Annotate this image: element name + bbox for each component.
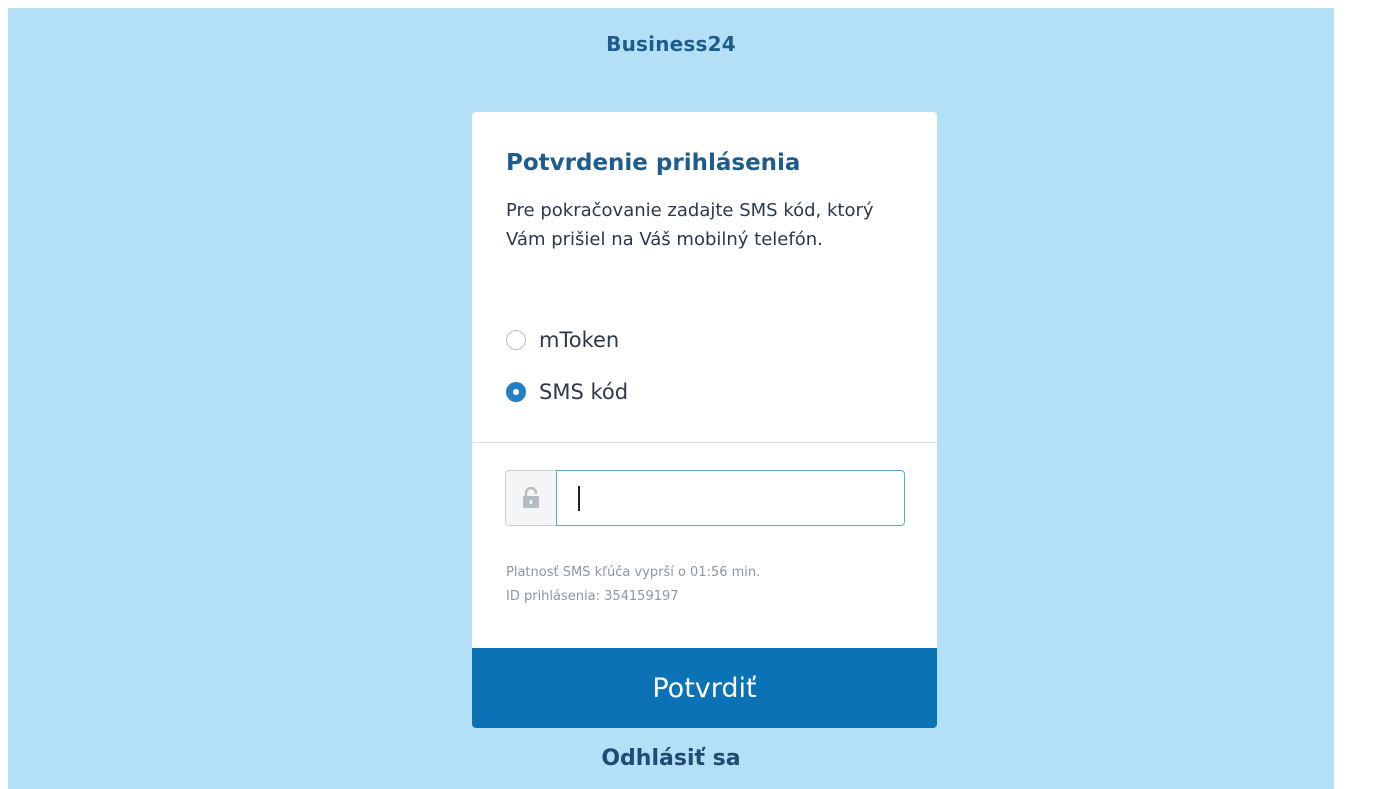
confirm-button[interactable]: Potvrdiť [472, 648, 937, 728]
radio-button-unchecked[interactable] [506, 330, 526, 350]
radio-label-sms: SMS kód [539, 380, 629, 404]
text-cursor [578, 486, 580, 511]
radio-option-mtoken[interactable]: mToken [506, 326, 619, 354]
sms-code-input[interactable] [556, 470, 905, 526]
login-id-text: ID prihlásenia: 354159197 [506, 589, 679, 604]
radio-button-checked[interactable] [506, 382, 526, 402]
page-background: Business24 Potvrdenie prihlásenia Pre po… [8, 8, 1334, 789]
logout-link[interactable]: Odhlásiť sa [8, 746, 1334, 771]
lock-icon [505, 470, 556, 526]
login-confirmation-card: Potvrdenie prihlásenia Pre pokračovanie … [472, 112, 937, 728]
sms-expiry-text: Platnosť SMS kľúča vyprší o 01:56 min. [506, 565, 761, 580]
radio-option-sms[interactable]: SMS kód [506, 378, 628, 406]
radio-label-mtoken: mToken [539, 328, 620, 352]
card-description: Pre pokračovanie zadajte SMS kód, ktorý … [506, 200, 874, 250]
sms-code-input-group [505, 470, 905, 526]
brand-title: Business24 [606, 32, 736, 56]
sms-meta-info: Platnosť SMS kľúča vyprší o 01:56 min. I… [506, 561, 760, 609]
card-title: Potvrdenie prihlásenia [506, 150, 801, 176]
card-header-section: Potvrdenie prihlásenia Pre pokračovanie … [472, 112, 937, 443]
